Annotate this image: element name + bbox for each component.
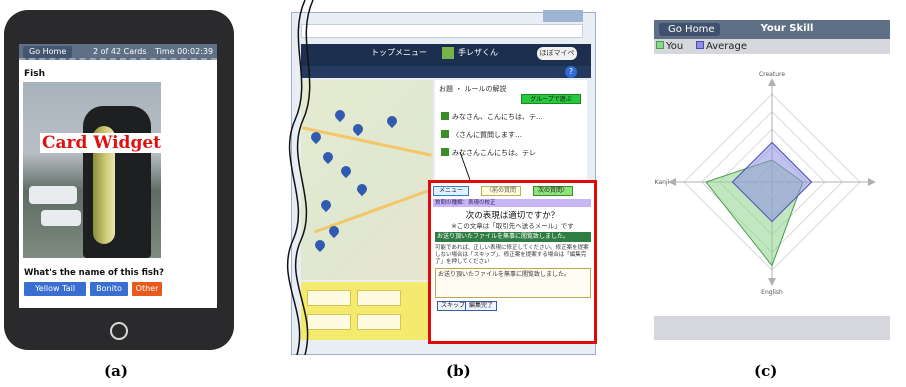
- top-bar: Your Skill Go Home: [654, 20, 890, 39]
- go-home-button[interactable]: Go Home: [659, 23, 720, 36]
- correction-textarea[interactable]: お送り頂いたファイルを無事に閲覧致しました。: [435, 268, 591, 298]
- legend-swatch-you: [656, 41, 664, 49]
- feed-item[interactable]: 〈さんに質問します…: [441, 130, 581, 142]
- caption-a: (a): [104, 362, 128, 380]
- answer-other-button[interactable]: Other: [132, 282, 162, 296]
- card-title: Fish: [24, 69, 45, 79]
- tegaku-icon: [442, 47, 454, 59]
- card-widget: メニュー 〈前の質問 次の質問〉 質問の種類：表現の校正 次の表現は適切ですか？…: [428, 180, 597, 344]
- legend-you: You: [666, 41, 684, 52]
- nav-my-page[interactable]: ほぼマイペ: [537, 47, 577, 60]
- target-sentence: お送り頂いたファイルを無事に閲覧致しました。: [435, 232, 591, 242]
- play-with-group-button[interactable]: グループで遊ぶ: [521, 94, 581, 104]
- axis-label-kanji: Kanji: [655, 179, 670, 186]
- legend: You Average: [656, 41, 747, 52]
- top-bar: Go Home 2 of 42 Cards Time 00:02:39: [19, 44, 217, 60]
- nav-top-menu[interactable]: トップメニュー: [371, 47, 427, 58]
- rules-tab[interactable]: お題 ・ ルールの解説: [439, 84, 506, 94]
- card-toolbar: メニュー 〈前の質問 次の質問〉: [433, 186, 591, 198]
- axis-arrowhead: [768, 278, 776, 286]
- prev-question-button[interactable]: 〈前の質問: [481, 186, 522, 196]
- go-home-button[interactable]: Go Home: [23, 46, 73, 58]
- axis-label-creature: Creature: [759, 71, 785, 78]
- callout-pointer: [459, 152, 471, 181]
- edit-done-button[interactable]: 編集完了: [465, 301, 498, 311]
- question-type: 質問の種類：表現の校正: [433, 199, 591, 207]
- figure: Go Home 2 of 42 Cards Time 00:02:39 Fish…: [0, 0, 906, 387]
- window-controls[interactable]: [543, 10, 583, 22]
- browser-panel: トップメニュー 手レザくん ほぼマイペ ? お題 ・ ルールの解説 グループで遊…: [283, 0, 603, 355]
- nav-tegaku[interactable]: 手レザくん: [458, 47, 498, 58]
- caption-c: (c): [754, 362, 778, 380]
- menu-button[interactable]: メニュー: [433, 186, 470, 196]
- question-text: What's the name of this fish?: [24, 268, 164, 278]
- toolbar-cell[interactable]: [357, 314, 401, 330]
- feed-item[interactable]: みなさん、こんにちは、テ…: [441, 112, 581, 124]
- tablet-device: Go Home 2 of 42 Cards Time 00:02:39 Fish…: [4, 10, 234, 350]
- radar-chart: Creature Kanji English: [655, 71, 876, 296]
- skill-screen: Your Skill Go Home You Average Creature K…: [654, 20, 890, 340]
- timer: Time 00:02:39: [155, 47, 214, 56]
- legend-average: Average: [705, 41, 748, 52]
- instruction-text: 可能であれば、正しい表現に修正してください。修正案を提案しない場合は「スキップ」…: [435, 245, 589, 265]
- cut-edge-squiggle: [286, 0, 314, 355]
- widget-subtext: ※この文章は「取引先へ送るメール」です: [451, 222, 574, 230]
- fish-photo: [23, 82, 161, 258]
- help-icon[interactable]: ?: [565, 66, 577, 78]
- next-question-button[interactable]: 次の質問〉: [533, 186, 574, 196]
- axis-arrowhead: [868, 178, 876, 186]
- answer-bonito-button[interactable]: Bonito: [90, 282, 128, 296]
- axis-arrowhead: [768, 78, 776, 86]
- axis-label-english: English: [761, 289, 783, 296]
- radar-plot-area: Creature Kanji English: [654, 54, 890, 316]
- address-bar[interactable]: [301, 24, 583, 38]
- nav-icons-row: [301, 66, 591, 78]
- site-nav: トップメニュー 手レザくん ほぼマイペ: [301, 44, 591, 66]
- toolbar-cell[interactable]: [357, 290, 401, 306]
- legend-swatch-average: [695, 41, 704, 49]
- answer-yellow-tail-button[interactable]: Yellow Tail: [24, 282, 86, 296]
- caption-b: (b): [446, 362, 471, 380]
- card-widget-callout: Card Widget: [40, 133, 163, 153]
- card-counter: 2 of 42 Cards: [93, 47, 147, 56]
- device-home-button[interactable]: [110, 322, 128, 340]
- flashcard-screen: Go Home 2 of 42 Cards Time 00:02:39 Fish…: [19, 44, 217, 308]
